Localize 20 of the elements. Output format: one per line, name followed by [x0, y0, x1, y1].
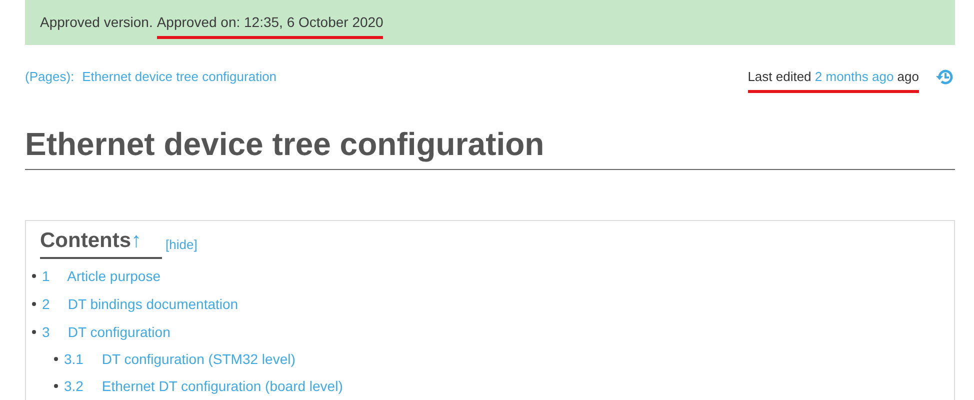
- toc-item[interactable]: 2 DT bindings documentation: [42, 294, 238, 315]
- status-text: Approved version.: [40, 13, 153, 32]
- up-arrow-icon: ↑: [131, 229, 142, 252]
- toc-heading: Contents: [40, 229, 131, 252]
- hide-toggle[interactable]: [hide]: [166, 235, 198, 255]
- toc-item[interactable]: 3.2 Ethernet DT configuration (board level): [64, 376, 343, 397]
- history-icon[interactable]: [935, 67, 955, 87]
- approval-date: Approved on: 12:35, 6 October 2020: [156, 12, 384, 39]
- toc-item[interactable]: 3 DT configuration: [42, 322, 170, 343]
- bullet-icon: [54, 357, 58, 362]
- toc-item[interactable]: 1 Article purpose: [42, 266, 160, 287]
- bullet-icon: [32, 330, 36, 334]
- last-edited-text: Last edited 2 months ago ago: [748, 67, 919, 93]
- bullet-icon: [54, 384, 58, 388]
- bullet-icon: [32, 274, 36, 278]
- namespace-link[interactable]: (Pages):: [25, 67, 74, 86]
- toc-item[interactable]: 3.1 DT configuration (STM32 level): [64, 348, 296, 370]
- bullet-icon: [32, 302, 36, 306]
- page-title: Ethernet device tree configuration: [25, 125, 955, 170]
- breadcrumb-link[interactable]: Ethernet device tree configuration: [82, 67, 277, 86]
